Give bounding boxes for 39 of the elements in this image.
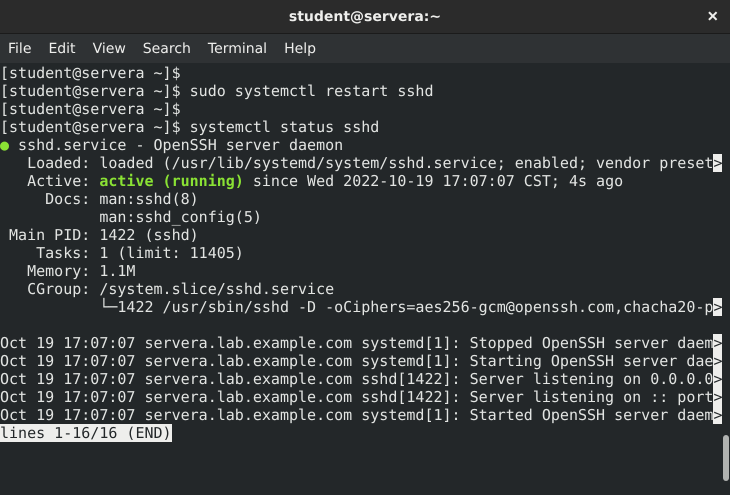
terminal-text: Oct 19 17:07:07 servera.lab.example.com systemd[1]: Starting OpenSSH server dae (0, 352, 714, 370)
truncation-marker: > (713, 352, 722, 370)
menu-item[interactable]: View (86, 40, 132, 56)
terminal-text: sshd.service - OpenSSH server daemon (17, 136, 344, 154)
terminal-text: [student@servera ~]$ (0, 100, 181, 118)
terminal-text: [student@servera ~]$ systemctl status sshd (0, 118, 380, 136)
menu-item[interactable]: Edit (42, 40, 82, 56)
terminal-text: Main PID: 1422 (sshd) (8, 226, 199, 244)
terminal-text: Oct 19 17:07:07 servera.lab.example.com sshd[1422]: Server listening on 0.0.0.0 (0, 370, 714, 388)
menu-item[interactable]: Help (278, 40, 322, 56)
close-button[interactable]: × (703, 6, 722, 27)
terminal-text: CGroup: /system.slice/sshd.service (26, 280, 334, 298)
terminal-text: [student@servera ~]$ (0, 64, 181, 82)
truncation-marker: > (713, 298, 722, 316)
terminal-text: Oct 19 17:07:07 servera.lab.example.com systemd[1]: Started OpenSSH server daem (0, 406, 714, 424)
terminal-text: Active: (26, 172, 92, 190)
truncation-marker: > (713, 388, 722, 406)
status-dot-icon: ● (0, 136, 10, 154)
terminal-text: └─1422 /usr/sbin/sshd -D -oCiphers=aes256-gcm@openssh.com,chacha20-p (98, 298, 714, 316)
terminal-text: Oct 19 17:07:07 servera.lab.example.com systemd[1]: Stopped OpenSSH server daem (0, 334, 714, 352)
pager-status: lines 1-16/16 (END) (0, 424, 172, 442)
status-text: active (running) (99, 172, 244, 190)
terminal-text: [student@servera ~]$ sudo systemctl restart sshd (0, 82, 434, 100)
terminal-text: Tasks: 1 (limit: 11405) (35, 244, 244, 262)
truncation-marker: > (713, 370, 722, 388)
terminal-text: Memory: 1.1M (26, 262, 136, 280)
terminal-text: Oct 19 17:07:07 servera.lab.example.com sshd[1422]: Server listening on :: port (0, 388, 714, 406)
window-title: student@servera:~ (288, 8, 442, 24)
truncation-marker: > (713, 334, 722, 352)
menu-item[interactable]: Terminal (202, 40, 274, 56)
menu-item[interactable]: File (2, 40, 38, 56)
menu-item[interactable]: Search (136, 40, 197, 56)
truncation-marker: > (713, 406, 722, 424)
terminal-text: Docs: man:sshd(8) (44, 190, 199, 208)
terminal-text: man:sshd_config(5) (98, 208, 262, 226)
terminal-text: Loaded: loaded (/usr/lib/systemd/system/sshd.service; enabled; vendor preset (26, 154, 714, 172)
terminal-text: since Wed 2022-10-19 17:07:07 CST; 4s ago (252, 172, 624, 190)
truncation-marker: > (713, 154, 722, 172)
scrollbar-thumb[interactable] (723, 435, 729, 481)
